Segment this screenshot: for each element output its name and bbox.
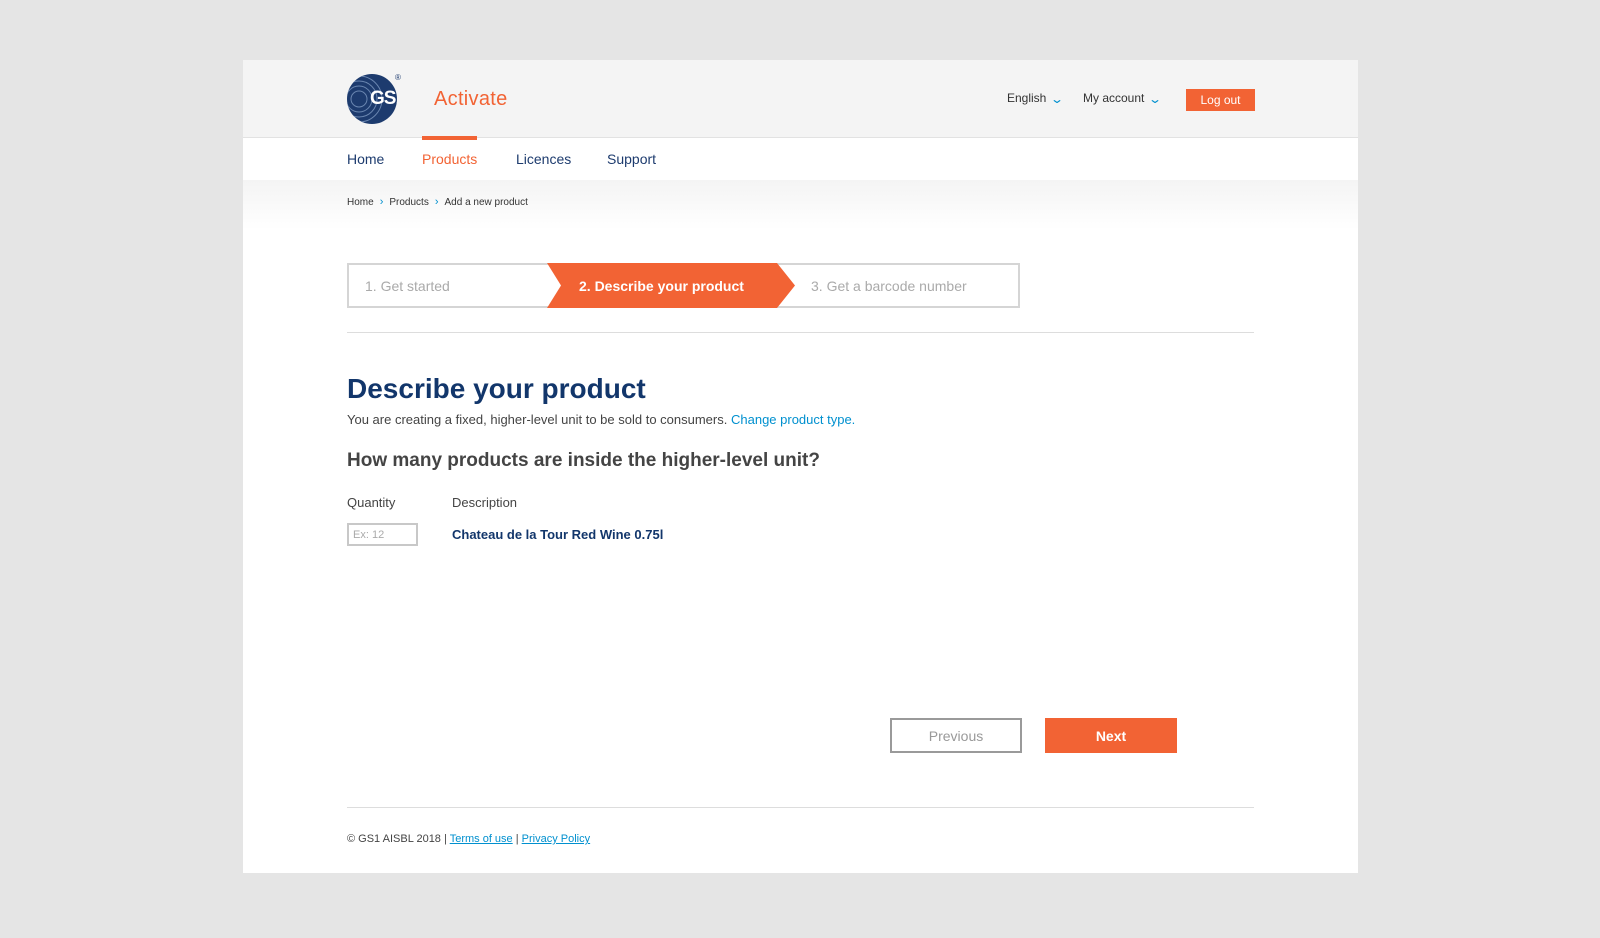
step-describe-product: 2. Describe your product: [579, 277, 744, 294]
breadcrumb-current: Add a new product: [444, 196, 528, 208]
breadcrumb-home[interactable]: Home: [347, 197, 374, 208]
language-selector[interactable]: English ⌄: [1007, 91, 1065, 106]
logo-text: GS1: [370, 88, 397, 109]
footer: © GS1 AISBL 2018 | Terms of use | Privac…: [347, 833, 590, 845]
account-menu[interactable]: My account ⌄: [1083, 91, 1163, 106]
account-label: My account: [1083, 91, 1145, 105]
copyright-text: © GS1 AISBL 2018 |: [347, 833, 447, 845]
breadcrumb-products[interactable]: Products: [389, 197, 428, 208]
step-get-started: 1. Get started: [365, 277, 450, 294]
divider: [347, 332, 1254, 333]
progress-stepper: 1. Get started 2. Describe your product …: [347, 263, 1020, 308]
nav-item-home[interactable]: Home: [347, 138, 384, 180]
nav-item-support[interactable]: Support: [607, 138, 656, 180]
app-frame: GS1 ® Activate English ⌄ My account ⌄ Lo…: [243, 60, 1358, 873]
header-bar: GS1 ® Activate English ⌄ My account ⌄ Lo…: [243, 60, 1358, 138]
chevron-right-icon: ›: [434, 196, 439, 208]
product-description: Chateau de la Tour Red Wine 0.75l: [452, 527, 664, 542]
gs1-logo[interactable]: GS1: [347, 74, 397, 124]
page-subtitle: You are creating a fixed, higher-level u…: [347, 412, 855, 427]
privacy-policy-link[interactable]: Privacy Policy: [522, 833, 590, 845]
app-name: Activate: [434, 88, 508, 110]
registered-mark: ®: [395, 73, 401, 82]
quantity-input[interactable]: [347, 523, 418, 546]
quantity-column-label: Quantity: [347, 495, 396, 510]
chevron-down-icon: ⌄: [1148, 92, 1163, 106]
next-button[interactable]: Next: [1045, 718, 1177, 753]
nav-item-licences[interactable]: Licences: [516, 138, 571, 180]
previous-button[interactable]: Previous: [890, 718, 1022, 753]
main-nav: Home Products Licences Support: [243, 136, 1358, 180]
language-label: English: [1007, 91, 1047, 105]
description-column-label: Description: [452, 495, 518, 510]
change-product-type-link[interactable]: Change product type.: [731, 412, 855, 427]
page-title: Describe your product: [347, 373, 646, 404]
nav-item-products[interactable]: Products: [422, 136, 478, 180]
footer-divider-text: |: [515, 833, 519, 845]
subtitle-text: You are creating a fixed, higher-level u…: [347, 412, 728, 427]
chevron-right-icon: ›: [379, 196, 384, 208]
breadcrumb: Home › Products › Add a new product: [347, 196, 528, 208]
logout-button[interactable]: Log out: [1186, 89, 1255, 111]
terms-of-use-link[interactable]: Terms of use: [450, 833, 513, 845]
step-get-barcode: 3. Get a barcode number: [811, 277, 967, 294]
footer-divider: [347, 807, 1254, 808]
quantity-question: How many products are inside the higher-…: [347, 450, 820, 471]
chevron-down-icon: ⌄: [1050, 92, 1065, 106]
